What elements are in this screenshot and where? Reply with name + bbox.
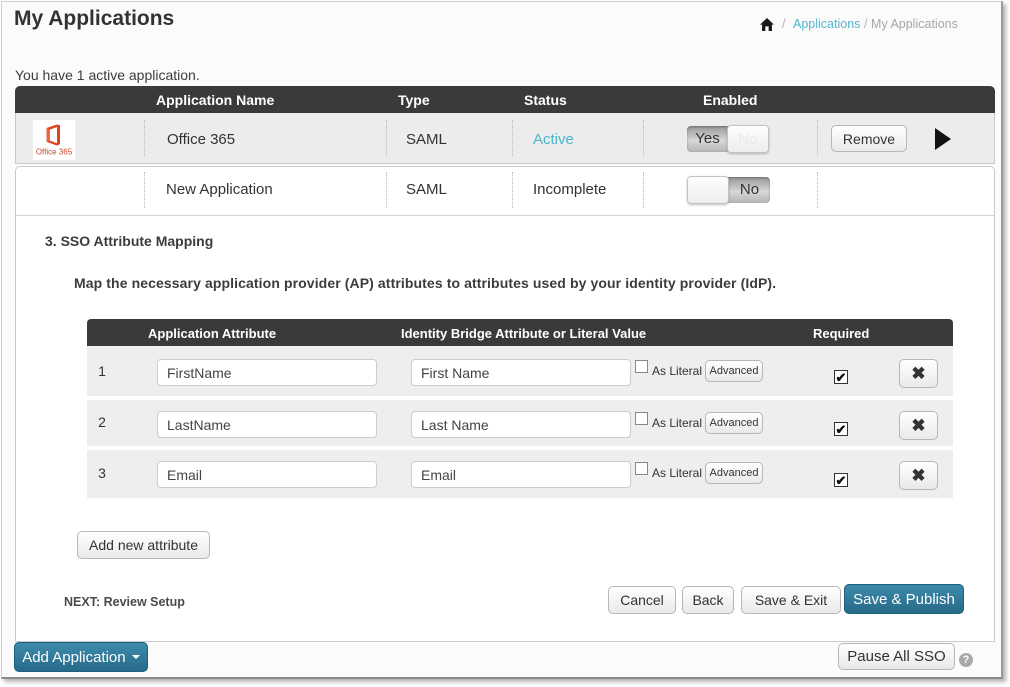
svg-text:Office 365: Office 365 <box>36 148 73 157</box>
